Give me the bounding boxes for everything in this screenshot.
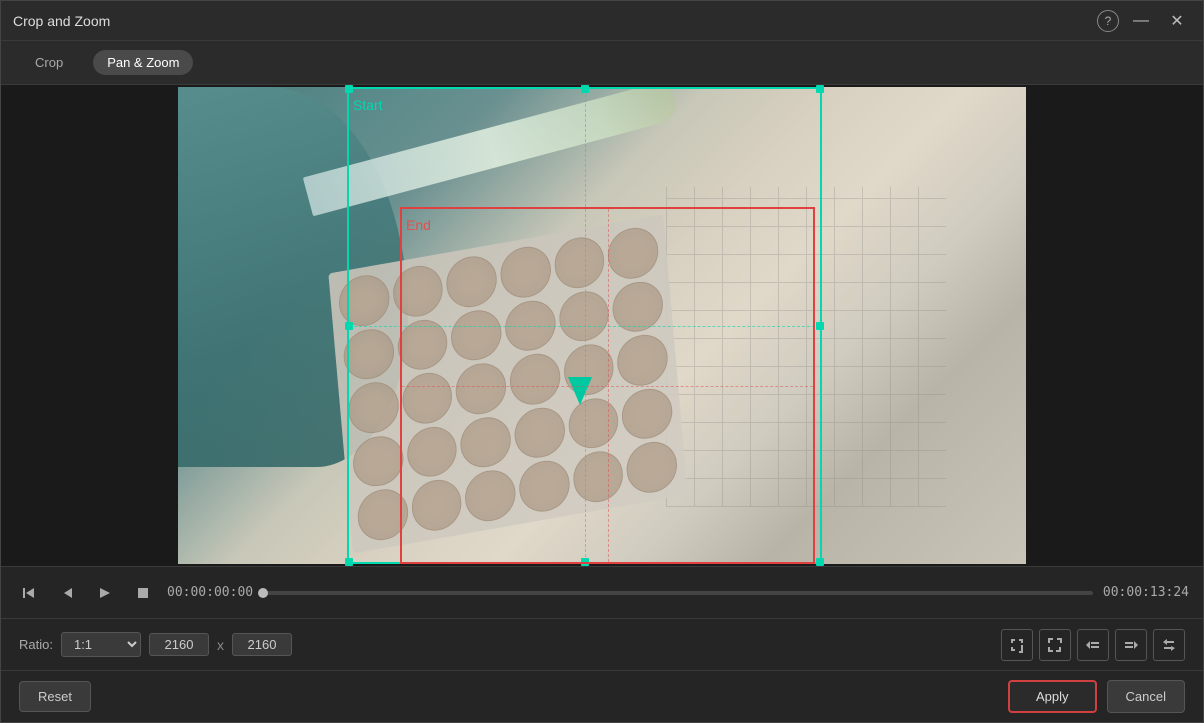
width-input[interactable] — [149, 633, 209, 656]
footer-bar: Reset Apply Cancel — [1, 670, 1203, 722]
dim-separator: x — [217, 637, 224, 653]
well — [405, 423, 459, 481]
well — [395, 315, 449, 373]
well — [356, 486, 410, 544]
end-time-display: 00:00:13:24 — [1103, 585, 1189, 600]
well — [606, 224, 660, 282]
height-input[interactable] — [232, 633, 292, 656]
go-start-icon — [22, 586, 36, 600]
well — [454, 360, 508, 418]
window-controls: ? — ✕ — [1097, 7, 1191, 35]
fit-icon — [1009, 637, 1025, 653]
apply-button[interactable]: Apply — [1008, 680, 1097, 713]
align-left-button[interactable] — [1115, 629, 1147, 661]
well — [463, 467, 517, 525]
well — [449, 306, 503, 364]
well — [611, 277, 665, 335]
tab-crop[interactable]: Crop — [21, 50, 77, 75]
stop-icon — [136, 586, 150, 600]
frame-back-icon — [60, 586, 74, 600]
window-title: Crop and Zoom — [13, 13, 1097, 29]
footer-actions: Apply Cancel — [1008, 680, 1185, 713]
teal-arrow-indicator — [568, 377, 592, 405]
controls-bar: Ratio: 1:1 16:9 4:3 9:16 Custom x — [1, 618, 1203, 670]
cancel-button[interactable]: Cancel — [1107, 680, 1185, 713]
mesh-visual — [666, 187, 946, 507]
well — [400, 369, 454, 427]
go-to-start-button[interactable] — [15, 579, 43, 607]
reset-button[interactable]: Reset — [19, 681, 91, 712]
well — [351, 432, 405, 490]
crop-zoom-window: Crop and Zoom ? — ✕ Crop Pan & Zoom — [0, 0, 1204, 723]
ratio-label: Ratio: — [19, 637, 53, 652]
timeline-bar: 00:00:00:00 00:00:13:24 — [1, 566, 1203, 618]
well — [615, 331, 669, 389]
help-button[interactable]: ? — [1097, 10, 1119, 32]
close-button[interactable]: ✕ — [1163, 7, 1191, 35]
fullscreen-button[interactable] — [1039, 629, 1071, 661]
microplate-visual — [328, 214, 687, 553]
frame-back-button[interactable] — [53, 579, 81, 607]
tab-pan-zoom[interactable]: Pan & Zoom — [93, 50, 193, 75]
well — [503, 296, 557, 354]
video-container: Start End — [178, 87, 1026, 564]
well — [625, 438, 679, 496]
well — [498, 243, 552, 301]
well — [337, 271, 391, 329]
swap-button[interactable] — [1153, 629, 1185, 661]
tab-bar: Crop Pan & Zoom — [1, 41, 1203, 85]
well — [445, 252, 499, 310]
well — [512, 404, 566, 462]
well — [346, 379, 400, 437]
well — [459, 413, 513, 471]
current-time-display: 00:00:00:00 — [167, 585, 253, 600]
well — [517, 457, 571, 515]
align-right-button[interactable] — [1077, 629, 1109, 661]
timeline-track[interactable] — [263, 591, 1093, 595]
play-icon — [98, 586, 112, 600]
video-background — [178, 87, 1026, 564]
well — [508, 350, 562, 408]
ratio-select[interactable]: 1:1 16:9 4:3 9:16 Custom — [61, 632, 141, 657]
title-bar: Crop and Zoom ? — ✕ — [1, 1, 1203, 41]
preview-area: Start End — [1, 85, 1203, 566]
well — [409, 476, 463, 534]
play-button[interactable] — [91, 579, 119, 607]
well — [557, 287, 611, 345]
fullscreen-icon — [1047, 637, 1063, 653]
timeline-thumb[interactable] — [258, 588, 268, 598]
fit-button[interactable] — [1001, 629, 1033, 661]
align-right-icon — [1085, 637, 1101, 653]
align-left-icon — [1123, 637, 1139, 653]
well — [571, 448, 625, 506]
well — [620, 385, 674, 443]
stop-button[interactable] — [129, 579, 157, 607]
icon-controls — [1001, 629, 1185, 661]
ratio-group: Ratio: 1:1 16:9 4:3 9:16 Custom x — [19, 632, 292, 657]
well — [552, 233, 606, 291]
swap-icon — [1161, 637, 1177, 653]
minimize-button[interactable]: — — [1127, 7, 1155, 35]
well — [391, 262, 445, 320]
well — [342, 325, 396, 383]
